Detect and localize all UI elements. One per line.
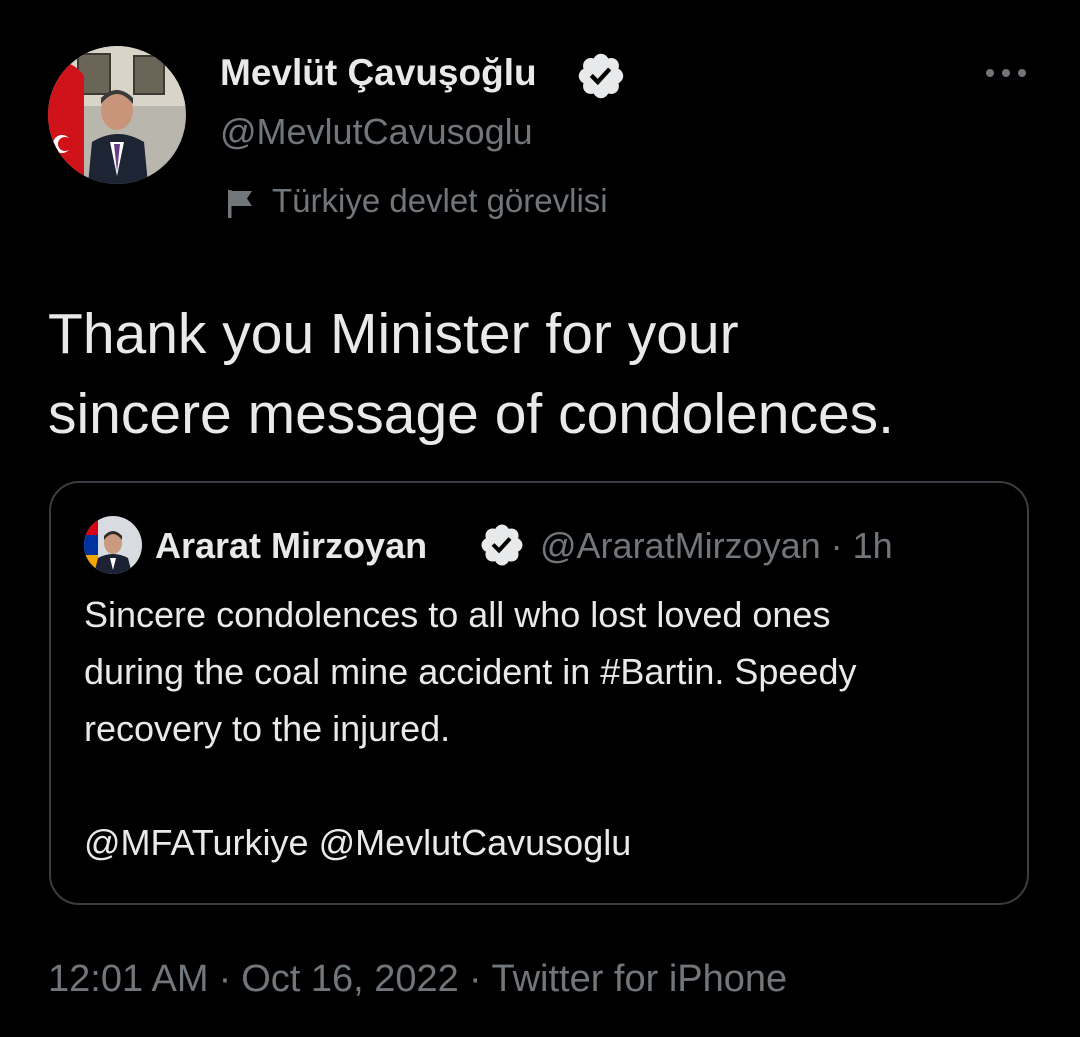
tweet-footer: 12:01 AM · Oct 16, 2022 · Twitter for iPhone — [48, 954, 787, 1004]
more-horizontal-icon[interactable] — [982, 58, 1030, 88]
author-display-name[interactable]: Mevlüt Çavuşoğlu — [220, 50, 537, 96]
author-handle[interactable]: @MevlutCavusoglu — [220, 110, 533, 154]
quoted-tweet-text: Sincere condolences to all who lost love… — [84, 586, 1014, 757]
affiliation-label: Türkiye devlet görevlisi — [272, 182, 608, 219]
quoted-timestamp[interactable]: 1h — [853, 525, 893, 566]
quoted-author-handle[interactable]: @AraratMirzoyan — [540, 525, 821, 566]
quoted-text-line: Sincere condolences to all who lost love… — [84, 594, 831, 635]
tweet-source[interactable]: Twitter for iPhone — [491, 958, 787, 1000]
tweet-time[interactable]: 12:01 AM — [48, 958, 209, 1000]
footer-separator: · — [468, 958, 482, 1000]
quoted-text-line: recovery to the injured. — [84, 708, 451, 749]
quoted-mentions[interactable]: @MFATurkiye @MevlutCavusoglu — [84, 814, 631, 871]
meta-separator: · — [830, 525, 843, 566]
quoted-text-line: during the coal mine accident in #Bartin… — [84, 651, 857, 692]
verified-badge-icon — [481, 524, 523, 566]
quoted-author-display-name[interactable]: Ararat Mirzoyan — [155, 524, 427, 568]
tweet-text: Thank you Minister for your sincere mess… — [48, 294, 1048, 454]
author-avatar[interactable] — [48, 46, 186, 184]
tweet-text-line: Thank you Minister for your — [48, 302, 739, 366]
flag-icon — [228, 190, 252, 218]
quoted-author-avatar[interactable] — [84, 516, 142, 574]
verified-badge-icon — [578, 53, 624, 99]
tweet-text-line: sincere message of condolences. — [48, 382, 894, 446]
quoted-meta: @AraratMirzoyan · 1h — [540, 524, 893, 568]
tweet-date[interactable]: Oct 16, 2022 — [241, 958, 459, 1000]
footer-separator: · — [218, 958, 232, 1000]
